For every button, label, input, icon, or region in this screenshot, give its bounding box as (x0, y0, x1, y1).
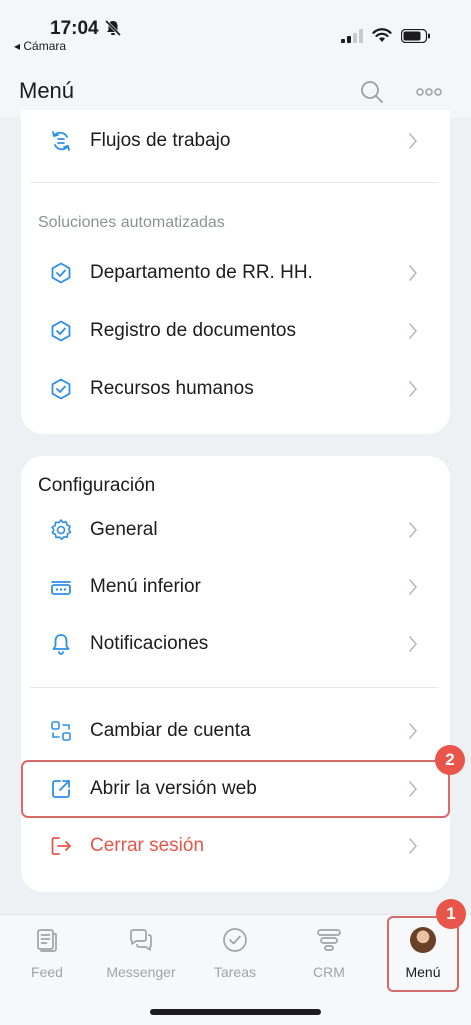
gear-icon (51, 519, 72, 541)
settings-card: Configuración General Menú inferior Noti… (21, 456, 450, 892)
menu-item-label: Cerrar sesión (90, 835, 205, 856)
section-header-automated: Soluciones automatizadas (38, 214, 225, 231)
menu-item-label: Menú inferior (90, 576, 201, 597)
hexagon-check-icon (51, 320, 71, 342)
chevron-right-icon (409, 636, 417, 652)
page-title: Menú (19, 78, 75, 103)
bell-icon (52, 634, 70, 655)
signal-icon (341, 28, 363, 43)
chevron-right-icon (409, 723, 417, 739)
section-header-settings: Configuración (38, 475, 156, 496)
menu-item-general[interactable]: General (21, 505, 450, 557)
menu-item-label: Flujos de trabajo (90, 130, 231, 151)
chevron-right-icon (409, 381, 417, 397)
menu-item-human-resources[interactable]: Recursos humanos (21, 364, 450, 416)
menu-item-label: Notificaciones (90, 633, 209, 654)
menu-item-label: Recursos humanos (90, 378, 254, 399)
menu-item-bottom-menu[interactable]: Menú inferior (21, 562, 450, 614)
annotation-badge-1: 1 (436, 899, 466, 929)
menu-item-hr-department[interactable]: Departamento de RR. HH. (21, 248, 450, 300)
status-bar: 17:04 ◂ Cámara (0, 0, 471, 60)
menu-item-switch-account[interactable]: Cambiar de cuenta (21, 706, 450, 758)
tab-label: Tareas (213, 964, 257, 980)
hexagon-check-icon (51, 378, 71, 400)
search-icon[interactable] (360, 80, 384, 104)
workflows-card: Flujos de trabajo Soluciones automatizad… (21, 110, 450, 434)
more-options-icon[interactable] (416, 88, 442, 96)
battery-icon (401, 28, 430, 43)
chevron-right-icon (409, 522, 417, 538)
messenger-icon (130, 929, 152, 951)
menu-item-label: Departamento de RR. HH. (90, 262, 313, 283)
divider (30, 687, 438, 688)
chevron-right-icon (409, 323, 417, 339)
logout-icon (51, 837, 71, 855)
tab-feed[interactable]: Feed (0, 915, 94, 995)
menu-item-notifications[interactable]: Notificaciones (21, 619, 450, 671)
chevron-right-icon (409, 265, 417, 281)
annotation-highlight-web-version (21, 760, 450, 818)
chevron-right-icon (409, 133, 417, 149)
tab-label: CRM (313, 964, 345, 980)
crm-icon (317, 929, 341, 951)
status-time: 17:04 (50, 18, 99, 39)
tab-label: Messenger (106, 964, 176, 980)
tab-messenger[interactable]: Messenger (94, 915, 188, 995)
home-indicator (150, 1009, 321, 1015)
bell-off-icon (104, 19, 122, 37)
menu-item-workflows[interactable]: Flujos de trabajo (21, 116, 450, 168)
tasks-icon (223, 928, 247, 952)
tab-crm[interactable]: CRM (282, 915, 376, 995)
menu-item-label: Cambiar de cuenta (90, 720, 251, 741)
switch-account-icon (51, 721, 71, 741)
menu-item-label: Registro de documentos (90, 320, 296, 341)
menu-item-document-registry[interactable]: Registro de documentos (21, 306, 450, 358)
chevron-right-icon (409, 838, 417, 854)
wifi-icon (372, 28, 392, 42)
tab-label: Feed (31, 964, 63, 980)
divider (30, 182, 438, 183)
annotation-badge-2: 2 (435, 745, 465, 775)
bottom-menu-icon (51, 581, 71, 595)
menu-item-label: General (90, 519, 158, 540)
workflow-icon (52, 131, 70, 151)
hexagon-check-icon (51, 262, 71, 284)
chevron-right-icon (409, 579, 417, 595)
back-to-app-link[interactable]: ◂ Cámara (14, 39, 66, 53)
feed-icon (37, 929, 57, 952)
tab-tasks[interactable]: Tareas (188, 915, 282, 995)
menu-item-logout[interactable]: Cerrar sesión (21, 821, 450, 873)
